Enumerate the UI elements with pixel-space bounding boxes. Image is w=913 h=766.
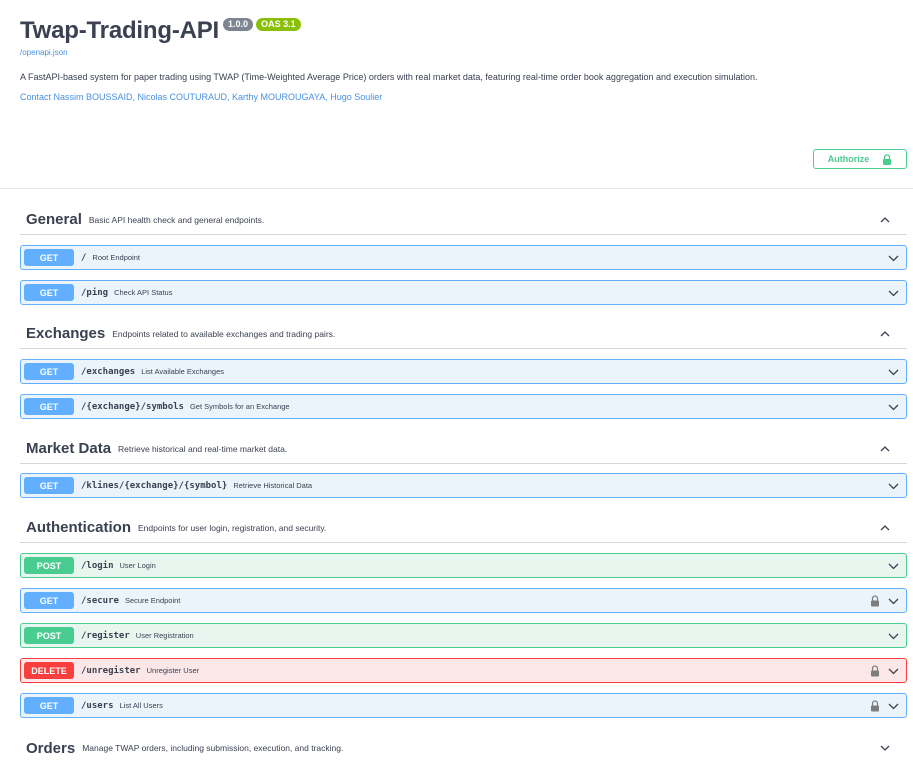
chevron-down-icon[interactable]: [887, 560, 900, 572]
method-badge: DELETE: [24, 662, 74, 679]
openapi-json-link[interactable]: /openapi.json: [20, 48, 900, 57]
tag-description: Endpoints for user login, registration, …: [138, 522, 327, 533]
lock-icon[interactable]: [870, 665, 880, 677]
operation-summary: Secure Endpoint: [124, 596, 181, 605]
tag-header[interactable]: General Basic API health check and gener…: [20, 205, 907, 235]
contact-link[interactable]: Contact Nassim BOUSSAID, Nicolas COUTURA…: [20, 92, 900, 102]
operation-path: /unregister: [81, 665, 141, 676]
operation-summary: List All Users: [119, 701, 163, 710]
chevron-down-icon[interactable]: [887, 287, 900, 299]
chevron-down-icon[interactable]: [887, 665, 900, 677]
header-divider: [0, 188, 913, 189]
operation-get-users[interactable]: GET /users List All Users: [20, 693, 907, 718]
authorize-label: Authorize: [827, 154, 870, 164]
method-badge: GET: [24, 284, 74, 301]
authorize-button[interactable]: Authorize: [813, 149, 907, 169]
operation-path: /: [81, 252, 87, 263]
version-badge: 1.0.0: [223, 18, 254, 31]
operation-get-root[interactable]: GET / Root Endpoint: [20, 245, 907, 270]
chevron-down-icon[interactable]: [887, 630, 900, 642]
tag-market-data[interactable]: Market Data Retrieve historical and real…: [20, 434, 907, 464]
operation-path: /login: [81, 560, 114, 571]
api-info: Twap-Trading-API 1.0.0 OAS 3.1 /openapi.…: [20, 14, 900, 102]
chevron-down-icon[interactable]: [879, 742, 891, 754]
operation-summary: User Login: [119, 561, 156, 570]
authorize-wrapper: Authorize: [813, 149, 907, 169]
tag-name: Authentication: [26, 519, 131, 536]
method-badge: GET: [24, 249, 74, 266]
operation-summary: Root Endpoint: [92, 253, 140, 262]
operation-post-register[interactable]: POST /register User Registration: [20, 623, 907, 648]
tag-authentication[interactable]: Authentication Endpoints for user login,…: [20, 513, 907, 543]
operation-post-login[interactable]: POST /login User Login: [20, 553, 907, 578]
api-title: Twap-Trading-API: [20, 17, 220, 44]
method-badge: POST: [24, 557, 74, 574]
method-badge: GET: [24, 592, 74, 609]
chevron-down-icon[interactable]: [887, 401, 900, 413]
lock-icon: [883, 153, 892, 165]
method-badge: GET: [24, 477, 74, 494]
api-description: A FastAPI-based system for paper trading…: [20, 72, 758, 82]
chevron-down-icon[interactable]: [887, 366, 900, 378]
operation-summary: List Available Exchanges: [141, 367, 225, 376]
method-badge: GET: [24, 363, 74, 380]
operation-get-klines[interactable]: GET /klines/{exchange}/{symbol} Retrieve…: [20, 473, 907, 498]
operation-path: /klines/{exchange}/{symbol}: [81, 480, 228, 491]
chevron-up-icon[interactable]: [879, 522, 891, 534]
chevron-down-icon[interactable]: [887, 252, 900, 264]
lock-icon[interactable]: [870, 700, 880, 712]
tag-name: General: [26, 211, 82, 228]
operation-summary: Retrieve Historical Data: [233, 481, 313, 490]
operation-get-ping[interactable]: GET /ping Check API Status: [20, 280, 907, 305]
operation-path: /users: [81, 700, 114, 711]
tag-header[interactable]: Orders Manage TWAP orders, including sub…: [20, 733, 907, 763]
method-badge: GET: [24, 398, 74, 415]
tag-header[interactable]: Market Data Retrieve historical and real…: [20, 434, 907, 464]
chevron-up-icon[interactable]: [879, 328, 891, 340]
tag-name: Market Data: [26, 440, 112, 457]
title-row: Twap-Trading-API 1.0.0 OAS 3.1: [20, 14, 900, 48]
tag-general[interactable]: General Basic API health check and gener…: [20, 205, 907, 235]
operation-get-secure[interactable]: GET /secure Secure Endpoint: [20, 588, 907, 613]
operation-summary: Unregister User: [146, 666, 200, 675]
operation-path: /exchanges: [81, 366, 136, 377]
tag-description: Basic API health check and general endpo…: [88, 214, 265, 225]
operation-path: /{exchange}/symbols: [81, 401, 184, 412]
tag-name: Orders: [26, 739, 76, 757]
operation-summary: Check API Status: [114, 288, 173, 297]
operation-get-exchanges[interactable]: GET /exchanges List Available Exchanges: [20, 359, 907, 384]
tag-exchanges[interactable]: Exchanges Endpoints related to available…: [20, 319, 907, 349]
tag-orders[interactable]: Orders Manage TWAP orders, including sub…: [20, 733, 907, 763]
operation-get-symbols[interactable]: GET /{exchange}/symbols Get Symbols for …: [20, 394, 907, 419]
chevron-down-icon[interactable]: [887, 595, 900, 607]
tag-header[interactable]: Authentication Endpoints for user login,…: [20, 513, 907, 543]
chevron-up-icon[interactable]: [879, 214, 891, 226]
operation-path: /ping: [81, 287, 109, 298]
operation-summary: Get Symbols for an Exchange: [189, 402, 290, 411]
oas-badge: OAS 3.1: [256, 18, 301, 31]
operation-path: /register: [81, 630, 130, 641]
tag-description: Endpoints related to available exchanges…: [112, 328, 336, 339]
operation-delete-unregister[interactable]: DELETE /unregister Unregister User: [20, 658, 907, 683]
tag-header[interactable]: Exchanges Endpoints related to available…: [20, 319, 907, 349]
operation-path: /secure: [81, 595, 119, 606]
method-badge: GET: [24, 697, 74, 714]
tag-description: Manage TWAP orders, including submission…: [82, 743, 344, 753]
tag-name: Exchanges: [26, 325, 106, 342]
chevron-down-icon[interactable]: [887, 480, 900, 492]
tag-description: Retrieve historical and real-time market…: [118, 443, 288, 454]
operation-summary: User Registration: [135, 631, 194, 640]
chevron-up-icon[interactable]: [879, 443, 891, 455]
method-badge: POST: [24, 627, 74, 644]
chevron-down-icon[interactable]: [887, 700, 900, 712]
lock-icon[interactable]: [870, 595, 880, 607]
